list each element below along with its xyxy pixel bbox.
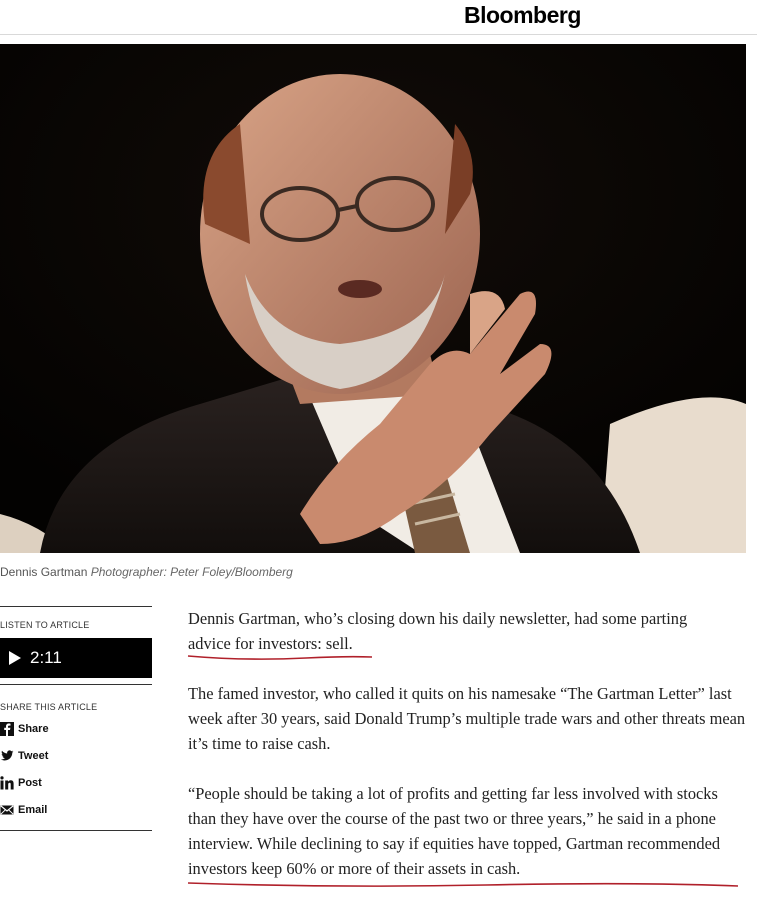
share-item-label: Email xyxy=(18,804,48,816)
article-paragraph: The famed investor, who called it quits … xyxy=(188,684,746,753)
highlighted-text: advice for investors: sell. xyxy=(188,634,353,653)
caption-credit: Photographer: Peter Foley/Bloomberg xyxy=(90,565,293,579)
listen-play-button[interactable]: 2:11 xyxy=(0,638,152,678)
share-facebook-button[interactable]: Share xyxy=(0,722,49,736)
share-item-label: Post xyxy=(18,777,42,789)
article-paragraph: “People should be taking a lot of profit… xyxy=(188,781,748,881)
paragraph-text: Dennis Gartman, who’s closing down his d… xyxy=(188,609,688,628)
hero-photo xyxy=(0,44,746,553)
bloomberg-logo[interactable]: Bloomberg xyxy=(464,2,581,29)
share-linkedin-button[interactable]: Post xyxy=(0,776,42,790)
site-header: Bloomberg xyxy=(0,0,757,35)
sidebar-divider xyxy=(0,830,152,831)
share-label: SHARE THIS ARTICLE xyxy=(0,702,98,712)
article-paragraph: Dennis Gartman, who’s closing down his d… xyxy=(188,606,748,656)
listen-label: LISTEN TO ARTICLE xyxy=(0,620,90,630)
share-item-label: Tweet xyxy=(18,750,49,762)
portrait-illustration xyxy=(0,44,746,553)
email-icon xyxy=(0,805,14,815)
play-icon xyxy=(9,651,21,665)
caption-name: Dennis Gartman xyxy=(0,565,88,579)
sidebar-divider xyxy=(0,606,152,607)
sidebar-divider xyxy=(0,684,152,685)
share-item-label: Share xyxy=(18,723,49,735)
audio-duration: 2:11 xyxy=(30,648,62,667)
share-twitter-button[interactable]: Tweet xyxy=(0,749,48,763)
facebook-icon xyxy=(0,722,14,736)
twitter-icon xyxy=(0,750,14,761)
photo-caption: Dennis Gartman Photographer: Peter Foley… xyxy=(0,565,293,579)
linkedin-icon xyxy=(0,776,14,790)
article-body: Dennis Gartman, who’s closing down his d… xyxy=(188,606,748,906)
share-email-button[interactable]: Email xyxy=(0,803,47,817)
article-sidebar: LISTEN TO ARTICLE 2:11 SHARE THIS ARTICL… xyxy=(0,606,152,831)
